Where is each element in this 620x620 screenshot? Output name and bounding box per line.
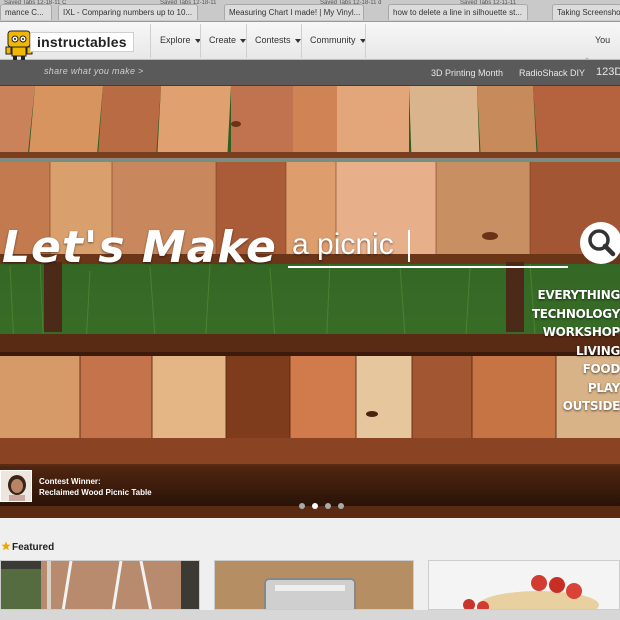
hero-search-input[interactable]: a picnic bbox=[292, 228, 394, 262]
caption-label: Contest Winner: bbox=[39, 477, 101, 486]
featured-thumbnail[interactable] bbox=[0, 560, 200, 610]
nav-explore[interactable]: Explore bbox=[160, 35, 201, 45]
avatar[interactable] bbox=[0, 470, 32, 502]
nav-contests-label: Contests bbox=[255, 35, 291, 45]
text-cursor bbox=[408, 230, 410, 262]
browser-tab-label: mance C... bbox=[5, 8, 44, 17]
sub-nav-link-123d[interactable]: 123D bbox=[596, 66, 620, 78]
featured-thumbnail[interactable] bbox=[214, 560, 414, 610]
nav-create[interactable]: Create bbox=[209, 35, 247, 45]
browser-tab[interactable]: IXL - Comparing numbers up to 10... bbox=[58, 4, 198, 20]
browser-tab[interactable]: mance C... bbox=[0, 4, 52, 20]
nav-divider bbox=[301, 24, 302, 58]
category-everything[interactable]: EVERYTHING bbox=[532, 286, 620, 305]
browser-tab-label: how to delete a line in silhouette st... bbox=[393, 8, 522, 17]
category-list: EVERYTHING TECHNOLOGY WORKSHOP LIVING FO… bbox=[532, 286, 620, 416]
sub-nav-link-3d-printing[interactable]: 3D Printing Month bbox=[431, 68, 503, 78]
nav-divider bbox=[246, 24, 247, 58]
category-food[interactable]: FOOD bbox=[532, 360, 620, 379]
browser-tab[interactable]: how to delete a line in silhouette st... bbox=[388, 4, 528, 20]
nav-divider bbox=[150, 24, 151, 58]
chevron-down-icon bbox=[294, 38, 301, 43]
category-outside[interactable]: OUTSIDE bbox=[532, 397, 620, 416]
featured-thumbnail[interactable] bbox=[428, 560, 620, 610]
carousel-dot-active[interactable] bbox=[312, 503, 318, 509]
hero-headline: Let's Make bbox=[2, 222, 277, 273]
nav-contests[interactable]: Contests bbox=[255, 35, 301, 45]
saved-tabs-label: Saved Tabs 12-11-11 bbox=[460, 0, 517, 4]
nav-explore-label: Explore bbox=[160, 35, 191, 45]
site-header: instructables Explore Create Contests Co… bbox=[0, 22, 620, 67]
nav-divider bbox=[200, 24, 201, 58]
nav-divider bbox=[365, 24, 366, 58]
category-technology[interactable]: TECHNOLOGY bbox=[532, 305, 620, 324]
category-workshop[interactable]: WORKSHOP bbox=[532, 323, 620, 342]
caption-title[interactable]: Reclaimed Wood Picnic Table bbox=[39, 488, 152, 497]
hero-banner: Let's Make a picnic EVERYTHING TECHNOLOG… bbox=[0, 86, 620, 518]
user-menu[interactable]: You bbox=[595, 35, 610, 45]
carousel-dot[interactable] bbox=[325, 503, 331, 509]
saved-tabs-label: Saved Tabs 12-18-11 C bbox=[4, 0, 67, 4]
browser-tab[interactable]: Measuring Chart I made! | My Vinyl... bbox=[224, 4, 364, 20]
sub-nav-bar: share what you make > 3D Printing Month … bbox=[0, 60, 620, 86]
site-logo[interactable]: instructables bbox=[30, 32, 134, 52]
nav-create-label: Create bbox=[209, 35, 237, 45]
nav-community[interactable]: Community bbox=[310, 35, 366, 45]
category-play[interactable]: PLAY bbox=[532, 379, 620, 398]
star-icon bbox=[1, 541, 11, 551]
search-icon bbox=[588, 229, 616, 257]
category-living[interactable]: LIVING bbox=[532, 342, 620, 361]
picnic-table-photo bbox=[0, 86, 620, 518]
user-menu-label: You bbox=[595, 35, 611, 45]
saved-tabs-label: Saved Tabs 12-18-11 bbox=[160, 0, 217, 4]
search-underline bbox=[288, 266, 568, 268]
featured-title: Featured bbox=[12, 542, 55, 553]
page-bottom-edge bbox=[0, 610, 620, 620]
browser-tab-label: Measuring Chart I made! | My Vinyl... bbox=[229, 8, 361, 17]
carousel-dots bbox=[299, 496, 351, 514]
browser-tab-bar: mance C... IXL - Comparing numbers up to… bbox=[0, 0, 620, 22]
saved-tabs-label: Saved Tabs 12-18-11 d bbox=[320, 0, 382, 4]
carousel-dot[interactable] bbox=[299, 503, 305, 509]
sub-nav-link-radioshack[interactable]: RadioShack DIY bbox=[519, 68, 585, 78]
browser-tab[interactable]: Taking Screensho bbox=[552, 4, 620, 20]
browser-tab-label: Taking Screensho bbox=[557, 8, 620, 17]
nav-community-label: Community bbox=[310, 35, 356, 45]
carousel-dot[interactable] bbox=[338, 503, 344, 509]
browser-tab-label: IXL - Comparing numbers up to 10... bbox=[63, 8, 193, 17]
site-tagline[interactable]: share what you make > bbox=[44, 66, 144, 76]
search-button[interactable] bbox=[580, 222, 620, 264]
